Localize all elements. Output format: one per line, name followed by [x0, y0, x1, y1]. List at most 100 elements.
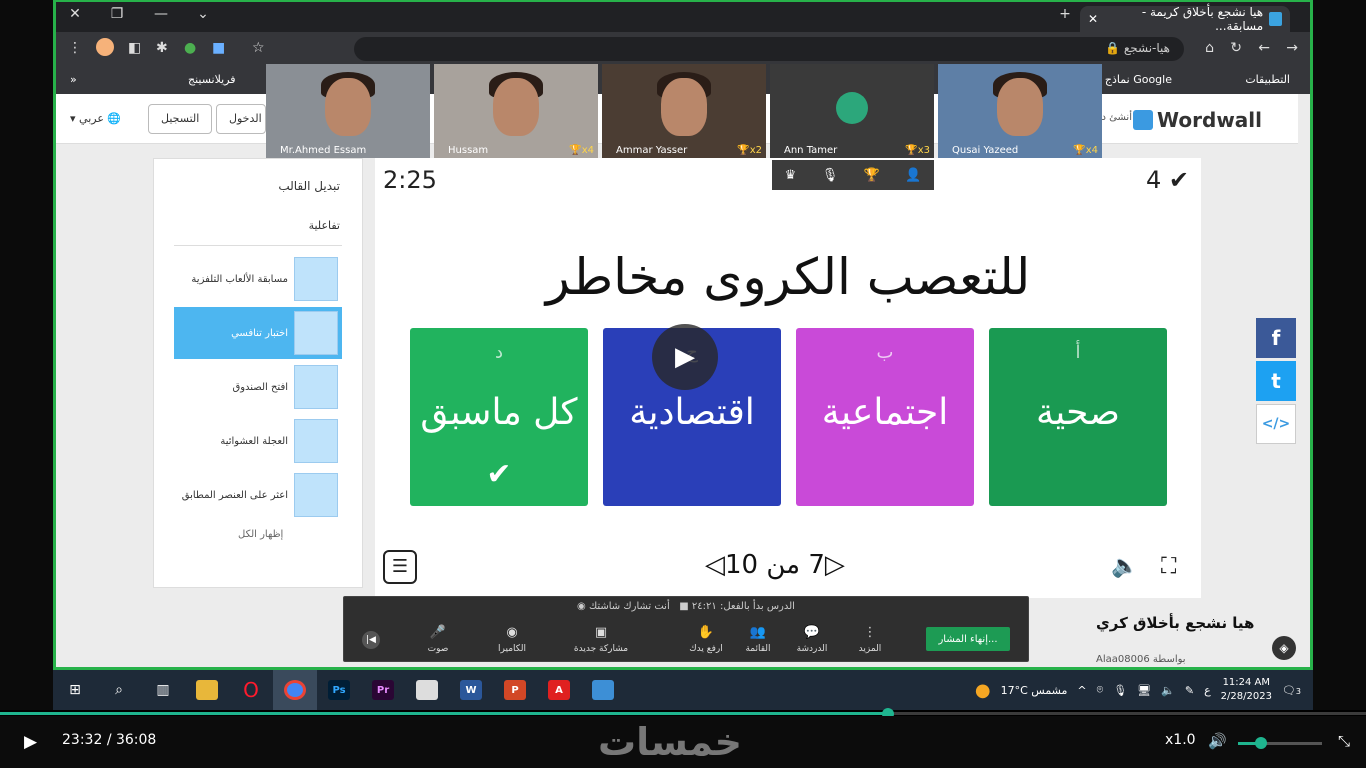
speed-button[interactable]: x1.0 [1165, 732, 1196, 748]
url-field[interactable]: هيا-نشجع 🔒 [354, 37, 1184, 61]
pen-icon[interactable]: ✎ [1185, 684, 1194, 697]
mic-tray-icon[interactable]: 🎙 [1113, 684, 1127, 697]
sidebar-item-quiz[interactable]: اختبار تنافسي [174, 307, 342, 359]
bookmark-google-forms[interactable]: نماذج Google [1105, 73, 1172, 86]
bookmark-apps[interactable]: التطبيقات [1245, 73, 1290, 86]
bookmarks-more[interactable]: » [70, 73, 77, 86]
prev-icon[interactable]: ◁ [705, 550, 725, 580]
end-share-button[interactable]: إنهاء المشار... [926, 627, 1010, 651]
sound-icon[interactable]: 🔈 [1111, 554, 1138, 579]
show-all-link[interactable]: إظهار الكل [238, 529, 283, 540]
volume-handle[interactable] [1254, 737, 1267, 749]
menu-dots-icon[interactable]: ⋮ [68, 40, 82, 56]
answer-d[interactable]: د كل ماسبق ✔ [410, 328, 588, 506]
clock[interactable]: 11:24 AM 2/28/2023 [1221, 676, 1272, 704]
remove-user-icon[interactable]: 👤 [905, 168, 921, 183]
participant-tile[interactable]: Ann Tamer 🏆x3 [770, 64, 934, 158]
reload-icon[interactable]: ↻ [1230, 40, 1242, 56]
sidebar-item-open-box[interactable]: افتح الصندوق [174, 361, 342, 413]
file-explorer-icon[interactable] [185, 670, 229, 710]
close-window-icon[interactable]: ✕ [60, 6, 90, 22]
settings-icon[interactable]: ◈ [1272, 636, 1296, 660]
acrobat-glyph: A [548, 680, 570, 700]
audio-button[interactable]: 🎤 صوت [410, 625, 466, 654]
notification-icon[interactable]: 🗨3 [1282, 684, 1301, 697]
twitter-icon[interactable]: t [1256, 361, 1296, 401]
avatar[interactable] [96, 38, 114, 56]
browser-tab[interactable]: هيا نشجع بأخلاق كريمة - مسابقة... ✕ [1080, 5, 1290, 33]
new-share-button[interactable]: ▣ مشاركة جديدة [566, 625, 636, 654]
photoshop-icon[interactable]: Ps [317, 670, 361, 710]
volume-tray-icon[interactable]: 🔈 [1161, 684, 1175, 697]
chrome-icon[interactable] [273, 670, 317, 710]
screen-share-icon: ▣ [594, 625, 608, 640]
powerpoint-icon[interactable]: P [493, 670, 537, 710]
participant-name: Mr.Ahmed Essam [280, 145, 367, 156]
grammarly-icon[interactable]: ● [184, 40, 196, 56]
chevron-down-icon[interactable]: ⌄ [188, 6, 218, 22]
raise-hand-button[interactable]: ✋ ارفع يدك [678, 625, 734, 654]
play-button-icon[interactable]: ▶ [24, 732, 37, 752]
participant-tile[interactable]: Qusai Yazeed 🏆x4 [938, 64, 1102, 158]
minimize-window-icon[interactable]: — [146, 6, 176, 22]
participant-tile[interactable]: Ammar Yasser 🏆x2 [602, 64, 766, 158]
camera-button[interactable]: ◉ الكاميرا [484, 625, 540, 654]
menu-icon[interactable]: ☰ [383, 550, 417, 584]
extensions-icon[interactable]: ✱ [156, 40, 168, 56]
participant-tile[interactable]: Mr.Ahmed Essam [266, 64, 430, 158]
next-icon[interactable]: ▷ [825, 550, 845, 580]
sidepanel-icon[interactable]: ◧ [128, 40, 141, 56]
answer-a[interactable]: أ صحية [989, 328, 1167, 506]
meet-icon[interactable]: ⌾ [1097, 683, 1104, 697]
bookmark-freelancing[interactable]: فريلانسينج [188, 73, 236, 86]
task-view-icon[interactable]: ▥ [141, 670, 185, 710]
participant-tile[interactable]: Hussam 🏆x4 [434, 64, 598, 158]
weather-text[interactable]: 17°C مشمس [1001, 684, 1068, 697]
tab-close-icon[interactable]: ✕ [1088, 12, 1098, 26]
crown-icon[interactable]: ♛ [785, 168, 797, 183]
home-icon[interactable]: ⌂ [1205, 40, 1214, 56]
sidebar-item-find-match[interactable]: اعثر على العنصر المطابق [174, 469, 342, 521]
volume-slider[interactable] [1238, 737, 1322, 749]
opera-icon[interactable]: O [229, 670, 273, 710]
extension-icon[interactable]: ■ [212, 40, 225, 56]
windows-taskbar: ⊞ ⌕ ▥ O Ps Pr W P A ● 17°C مشمس ^ ⌾ 🎙 🖥 … [53, 670, 1313, 710]
premiere-icon[interactable]: Pr [361, 670, 405, 710]
new-tab-icon[interactable]: + [1050, 6, 1080, 22]
forward-icon[interactable]: ← [1258, 40, 1270, 56]
participants-list-button[interactable]: 👥 القائمة [730, 625, 786, 654]
search-icon[interactable]: ⌕ [97, 670, 141, 710]
back-icon[interactable]: → [1286, 40, 1298, 56]
login-button[interactable]: تسجيل الدخول [216, 104, 266, 134]
app-icon[interactable] [405, 670, 449, 710]
sidebar-item-random-wheel[interactable]: العجلة العشوائية [174, 415, 342, 467]
network-icon[interactable]: 🖥 [1137, 684, 1151, 697]
exit-fullscreen-icon[interactable]: ⤡ [1338, 732, 1350, 750]
whiteboard-icon[interactable] [581, 670, 625, 710]
facebook-icon[interactable]: f [1256, 318, 1296, 358]
language-selector[interactable]: ▾ عربي 🌐 [70, 112, 121, 125]
wordwall-logo[interactable]: Wordwall [1133, 108, 1262, 132]
participant-name: Hussam [448, 145, 489, 156]
trophy-icon[interactable]: 🏆 [864, 168, 880, 183]
activity-title: هيا نشجع بأخلاق كري [1096, 614, 1255, 632]
open-box-thumbnail-icon [294, 365, 338, 409]
signup-button[interactable]: التسجيل [148, 104, 213, 134]
restore-window-icon[interactable]: ❐ [102, 6, 132, 22]
word-icon[interactable]: W [449, 670, 493, 710]
sidebar-item-tv-quiz[interactable]: مسابقة الألعاب التلفزية [174, 253, 342, 305]
windows-start-icon[interactable]: ⊞ [53, 670, 97, 710]
input-language[interactable]: ع [1204, 684, 1211, 697]
answer-b[interactable]: ب اجتماعية [796, 328, 974, 506]
acrobat-icon[interactable]: A [537, 670, 581, 710]
mute-icon[interactable]: 🎙 [822, 168, 839, 183]
embed-icon[interactable]: </> [1256, 404, 1296, 444]
volume-icon[interactable]: 🔊 [1208, 732, 1227, 750]
chat-button[interactable]: 💬 الدردشة [784, 625, 840, 654]
play-icon[interactable]: ▶ [652, 324, 718, 390]
tray-expand-icon[interactable]: ^ [1077, 684, 1086, 697]
more-button[interactable]: ⋮ المزيد [842, 625, 898, 654]
fullscreen-icon[interactable]: ⛶ [1161, 554, 1176, 579]
bookmark-star-icon[interactable]: ☆ [252, 40, 265, 56]
collapse-icon[interactable]: |◀ [362, 631, 380, 649]
